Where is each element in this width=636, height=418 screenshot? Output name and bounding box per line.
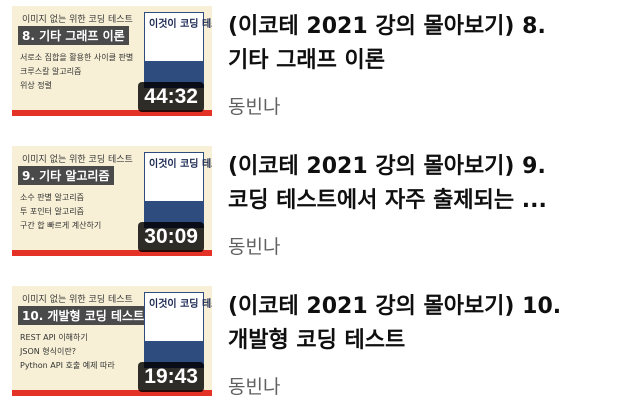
thumbnail-heading: 8. 기타 그래프 이론 [18,26,129,45]
thumbnail-bullet: Python API 호출 예제 따라 [20,361,115,370]
book-cover-image: 이것이 코딩 테스트다 [144,292,212,368]
book-title: 이것이 코딩 테스트다 [149,299,212,310]
video-title[interactable]: (이코테 2021 강의 몰아보기) 9. 코딩 테스트에서 자주 출제되는 .… [228,150,628,218]
book-title: 이것이 코딩 테스트다 [149,19,212,30]
video-duration-badge: 44:32 [138,82,204,112]
book-cover-image: 이것이 코딩 테스트다 [144,152,212,228]
video-list-item[interactable]: 이미지 없는 위한 코딩 테스트 8. 기타 그래프 이론 서로소 집합을 활용… [0,6,636,124]
thumbnail-bullet: REST API 이해하기 [20,333,88,342]
channel-name[interactable]: 동빈나 [228,92,280,119]
thumbnail-caption: 이미지 없는 위한 코딩 테스트 [22,15,133,25]
thumbnail-bullet: 구간 합 빠르게 계산하기 [20,221,102,230]
thumbnail-bullet: JSON 형식이란? [20,347,76,356]
video-title[interactable]: (이코테 2021 강의 몰아보기) 10. 개발형 코딩 테스트 [228,290,628,358]
book-cover-image: 이것이 코딩 테스트다 [144,12,212,88]
video-list-item[interactable]: 이미지 없는 위한 코딩 테스트 10. 개발형 코딩 테스트 REST API… [0,286,636,404]
thumbnail-bullet: 소수 판별 알고리즘 [20,193,84,202]
channel-name[interactable]: 동빈나 [228,232,280,259]
video-duration-badge: 30:09 [138,222,204,252]
thumbnail-caption: 이미지 없는 위한 코딩 테스트 [22,295,133,305]
thumbnail-bullet: 투 포인터 알고리즘 [20,207,84,216]
thumbnail-heading: 10. 개발형 코딩 테스트 [18,306,149,325]
video-title-line: 코딩 테스트에서 자주 출제되는 ... [228,188,547,213]
video-title-line: (이코테 2021 강의 몰아보기) 10. [228,294,562,319]
video-thumbnail[interactable]: 이미지 없는 위한 코딩 테스트 9. 기타 알고리즘 소수 판별 알고리즘 투… [12,146,212,256]
video-title-line: 기타 그래프 이론 [228,48,385,73]
video-title-line: 개발형 코딩 테스트 [228,328,406,353]
channel-name[interactable]: 동빈나 [228,372,280,399]
book-title: 이것이 코딩 테스트다 [149,159,212,170]
thumbnail-bullet: 위상 정렬 [20,81,52,90]
thumbnail-bullet: 크루스칼 알고리즘 [20,67,82,76]
thumbnail-caption: 이미지 없는 위한 코딩 테스트 [22,155,133,165]
thumbnail-bullet: 서로소 집합을 활용한 사이클 판별 [20,53,134,62]
thumbnail-heading: 9. 기타 알고리즘 [18,166,114,185]
video-title-line: (이코테 2021 강의 몰아보기) 8. [228,14,546,39]
video-title[interactable]: (이코테 2021 강의 몰아보기) 8. 기타 그래프 이론 [228,10,628,78]
video-duration-badge: 19:43 [138,362,204,392]
video-thumbnail[interactable]: 이미지 없는 위한 코딩 테스트 10. 개발형 코딩 테스트 REST API… [12,286,212,396]
video-title-line: (이코테 2021 강의 몰아보기) 9. [228,154,546,179]
video-thumbnail[interactable]: 이미지 없는 위한 코딩 테스트 8. 기타 그래프 이론 서로소 집합을 활용… [12,6,212,116]
video-list-item[interactable]: 이미지 없는 위한 코딩 테스트 9. 기타 알고리즘 소수 판별 알고리즘 투… [0,146,636,264]
